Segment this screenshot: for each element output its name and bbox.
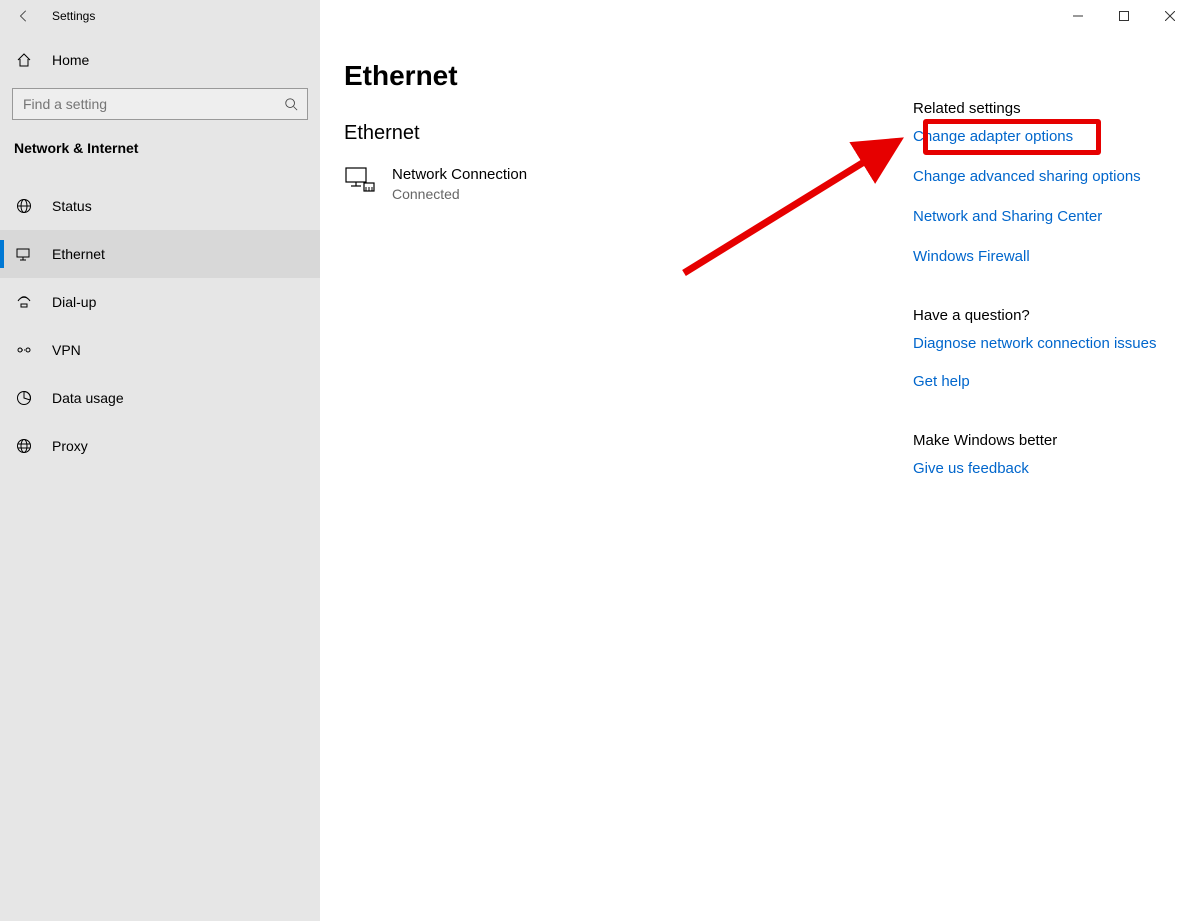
proxy-icon [14, 436, 34, 456]
sidebar-item-vpn[interactable]: VPN [0, 326, 320, 374]
sidebar-group-header: Network & Internet [0, 120, 320, 168]
question-title: Have a question? [913, 307, 1163, 324]
connection-name: Network Connection [392, 165, 527, 185]
sidebar-item-label: Dial-up [52, 294, 96, 310]
titlebar: Settings [0, 0, 1193, 32]
data-usage-icon [14, 388, 34, 408]
connection-status: Connected [392, 185, 527, 203]
sidebar-item-dialup[interactable]: Dial-up [0, 278, 320, 326]
dialup-icon [14, 292, 34, 312]
link-windows-firewall[interactable]: Windows Firewall [913, 247, 1163, 267]
sidebar: Home Network & Internet Status [0, 32, 320, 921]
link-get-help[interactable]: Get help [913, 372, 1163, 392]
window-controls [1055, 0, 1193, 32]
status-icon [14, 196, 34, 216]
link-diagnose-network[interactable]: Diagnose network connection issues [913, 334, 1163, 354]
ethernet-icon [14, 244, 34, 264]
link-network-sharing-center[interactable]: Network and Sharing Center [913, 207, 1163, 227]
home-button[interactable]: Home [0, 36, 320, 84]
sidebar-item-ethernet[interactable]: Ethernet [0, 230, 320, 278]
sidebar-item-status[interactable]: Status [0, 182, 320, 230]
sidebar-item-proxy[interactable]: Proxy [0, 422, 320, 470]
related-settings-title: Related settings [913, 100, 1163, 117]
search-icon [275, 97, 307, 111]
window-title: Settings [52, 9, 95, 23]
sidebar-item-label: Proxy [52, 438, 88, 454]
home-icon [14, 50, 34, 70]
link-change-adapter-options[interactable]: Change adapter options [913, 127, 1163, 147]
minimize-button[interactable] [1055, 0, 1101, 32]
home-label: Home [52, 52, 89, 68]
link-give-feedback[interactable]: Give us feedback [913, 459, 1163, 479]
main-content: Ethernet Ethernet Network Connection [320, 32, 1193, 921]
sidebar-item-label: Ethernet [52, 246, 105, 262]
back-button[interactable] [0, 0, 48, 32]
vpn-icon [14, 340, 34, 360]
sidebar-item-label: VPN [52, 342, 81, 358]
better-title: Make Windows better [913, 432, 1163, 449]
right-panel: Related settings Change adapter options … [913, 60, 1163, 921]
sidebar-item-data-usage[interactable]: Data usage [0, 374, 320, 422]
page-title: Ethernet [344, 60, 893, 92]
search-input[interactable] [13, 96, 275, 112]
connection-icon [344, 165, 376, 197]
search-box[interactable] [12, 88, 308, 120]
sidebar-item-label: Data usage [52, 390, 124, 406]
link-change-advanced-sharing[interactable]: Change advanced sharing options [913, 167, 1163, 187]
sidebar-item-label: Status [52, 198, 92, 214]
close-button[interactable] [1147, 0, 1193, 32]
section-title: Ethernet [344, 122, 893, 145]
maximize-button[interactable] [1101, 0, 1147, 32]
connection-item[interactable]: Network Connection Connected [344, 163, 893, 205]
